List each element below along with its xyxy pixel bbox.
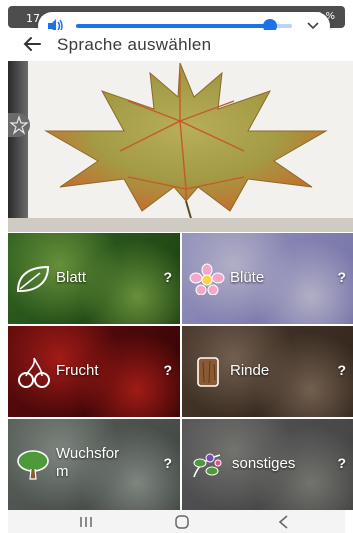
back-icon[interactable]	[274, 514, 294, 530]
leaf-icon	[16, 265, 50, 292]
system-nav-bar	[8, 510, 345, 533]
category-tile-sonstiges[interactable]: sonstiges ?	[182, 419, 353, 510]
back-arrow-icon[interactable]	[22, 34, 42, 54]
help-button[interactable]: ?	[337, 269, 346, 285]
help-button[interactable]: ?	[163, 362, 172, 378]
app-header: Sprache auswählen	[8, 30, 345, 60]
tree-icon	[17, 450, 49, 480]
help-button[interactable]: ?	[163, 455, 172, 471]
volume-track[interactable]	[76, 24, 292, 28]
category-tile-rinde[interactable]: Rinde ?	[182, 326, 353, 417]
screen: 17: 0 % Sprache auswählen	[0, 0, 353, 533]
category-label: Frucht	[56, 362, 99, 379]
misc-plant-icon	[193, 453, 222, 478]
category-tile-frucht[interactable]: Frucht ?	[8, 326, 180, 417]
category-label: Blatt	[56, 269, 87, 286]
category-tile-wuchsform[interactable]: Wuchsform ?	[8, 419, 180, 510]
home-icon[interactable]	[172, 514, 192, 530]
cherry-icon	[18, 357, 50, 388]
help-button[interactable]: ?	[337, 455, 346, 471]
maple-leaf-illustration	[8, 62, 353, 232]
category-label: Wuchsform	[56, 445, 120, 480]
category-label: Rinde	[230, 362, 270, 379]
floating-side-button[interactable]	[8, 113, 30, 137]
page-title: Sprache auswählen	[57, 35, 212, 54]
star-icon	[9, 115, 29, 135]
category-label: sonstiges	[232, 455, 296, 472]
category-label: Blüte	[230, 269, 265, 286]
bark-icon	[197, 357, 219, 387]
category-tile-blatt[interactable]: Blatt ?	[8, 233, 180, 324]
hero-leaf-image	[8, 61, 353, 232]
category-grid: Blatt ? Blüte ? Frucht ? Rinde ? Wuchsfo…	[8, 233, 353, 510]
flower-icon	[189, 263, 225, 295]
recents-icon[interactable]	[76, 514, 96, 530]
category-tile-bluete[interactable]: Blüte ?	[182, 233, 353, 324]
help-button[interactable]: ?	[163, 269, 172, 285]
help-button[interactable]: ?	[337, 362, 346, 378]
